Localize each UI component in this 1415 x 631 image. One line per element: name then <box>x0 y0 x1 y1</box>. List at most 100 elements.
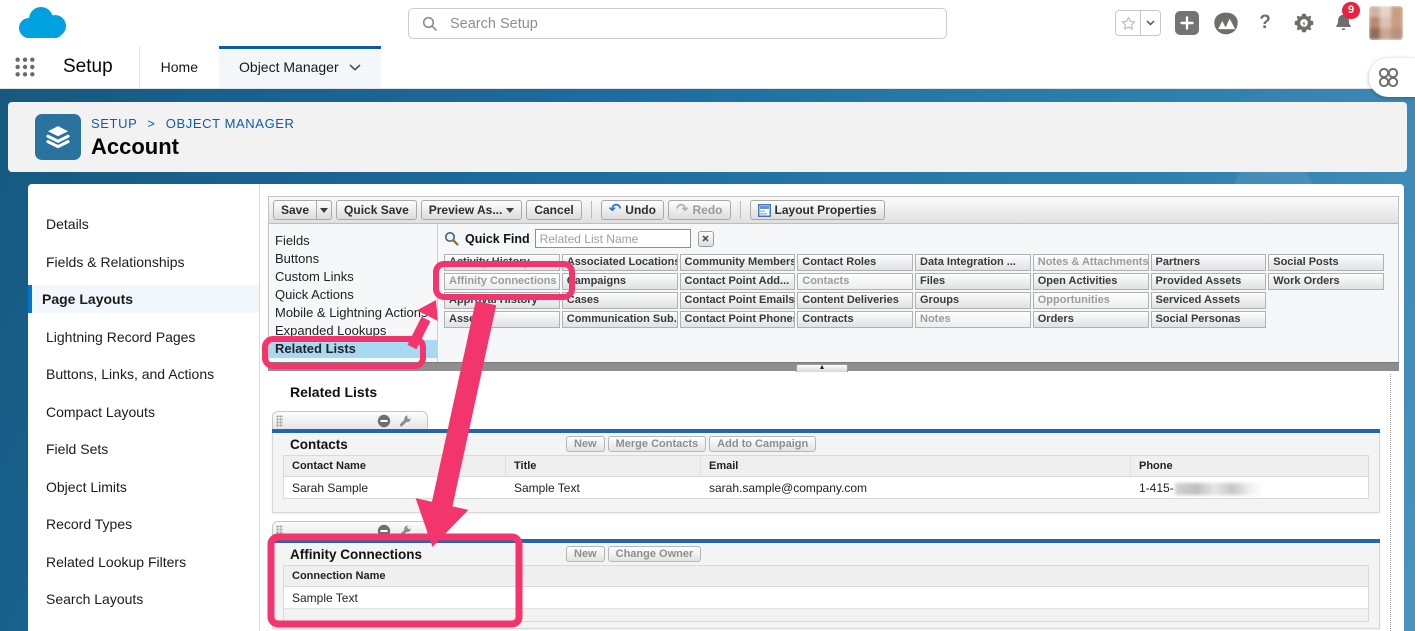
palette-item[interactable]: Campaigns <box>562 273 678 290</box>
sidebar-item-details[interactable]: Details <box>28 210 259 238</box>
palette-category-related-lists[interactable]: Related Lists <box>269 340 437 358</box>
palette-item[interactable]: Groups <box>915 292 1031 309</box>
sidebar-item-object-limits[interactable]: Object Limits <box>28 473 259 501</box>
sidebar-item-buttons-links-actions[interactable]: Buttons, Links, and Actions <box>28 360 259 388</box>
column-header-email: Email <box>701 456 1131 476</box>
palette-item[interactable]: Associated Locations <box>562 254 678 271</box>
notifications-button[interactable]: 9 <box>1330 8 1356 38</box>
tab-object-manager[interactable]: Object Manager <box>219 46 381 88</box>
palette-item[interactable]: Work Orders <box>1268 273 1384 290</box>
layout-properties-button[interactable]: Layout Properties <box>750 200 885 220</box>
palette-category-mobile-lightning-actions[interactable]: Mobile & Lightning Actions <box>269 304 437 322</box>
palette-item[interactable]: Communication Sub... <box>562 311 678 328</box>
palette-item-notes-attachments[interactable]: Notes & Attachments <box>1033 254 1149 271</box>
redo-label: Redo <box>693 203 723 217</box>
user-avatar[interactable] <box>1369 6 1403 40</box>
change-owner-button[interactable]: Change Owner <box>608 546 702 562</box>
favorites-star-button[interactable] <box>1116 11 1140 35</box>
sidebar-item-page-layouts[interactable]: Page Layouts <box>28 285 259 313</box>
favorites-dropdown-button[interactable] <box>1140 11 1160 35</box>
quick-save-button[interactable]: Quick Save <box>336 200 417 220</box>
sidebar-item-lightning-record-pages[interactable]: Lightning Record Pages <box>28 323 259 351</box>
palette-item[interactable]: Provided Assets <box>1151 273 1267 290</box>
palette-category-custom-links[interactable]: Custom Links <box>269 268 437 286</box>
palette-item[interactable]: Approval History <box>444 292 560 309</box>
new-button[interactable]: New <box>566 546 605 562</box>
palette-item[interactable]: Content Deliveries <box>797 292 913 309</box>
palette-item[interactable]: Community Members <box>680 254 796 271</box>
palette-item-notes[interactable]: Notes <box>915 311 1031 328</box>
redo-button[interactable]: ↷ Redo <box>668 200 731 220</box>
palette-item[interactable]: Open Activities <box>1033 273 1149 290</box>
sidebar-item-fields-relationships[interactable]: Fields & Relationships <box>28 248 259 276</box>
merge-contacts-button[interactable]: Merge Contacts <box>608 436 707 452</box>
remove-section-icon[interactable] <box>377 414 391 428</box>
cancel-button[interactable]: Cancel <box>526 200 581 220</box>
affinity-section-handle[interactable] <box>272 521 428 539</box>
drag-grip-icon[interactable] <box>276 525 283 537</box>
contacts-section-handle[interactable] <box>272 411 428 429</box>
palette-item[interactable]: Contracts <box>797 311 913 328</box>
quick-find-label: Quick Find <box>465 232 530 246</box>
drag-grip-icon[interactable] <box>276 415 283 427</box>
palette-item[interactable]: Contact Roles <box>797 254 913 271</box>
setup-gear-button[interactable] <box>1291 8 1317 38</box>
palette-category-fields[interactable]: Fields <box>269 232 437 250</box>
add-to-campaign-button[interactable]: Add to Campaign <box>709 436 816 452</box>
palette-item[interactable]: Assets <box>444 311 560 328</box>
section-properties-wrench-icon[interactable] <box>397 413 413 429</box>
sidebar-item-record-types[interactable]: Record Types <box>28 510 259 538</box>
save-button[interactable]: Save <box>273 200 317 220</box>
palette-item[interactable]: Contact Point Emails <box>680 292 796 309</box>
affinity-section-buttons: New Change Owner <box>566 546 701 562</box>
palette-category-expanded-lookups[interactable]: Expanded Lookups <box>269 322 437 340</box>
section-properties-wrench-icon[interactable] <box>397 523 413 539</box>
sidebar-item-search-layouts[interactable]: Search Layouts <box>28 585 259 613</box>
guidance-center-button[interactable] <box>1369 58 1415 97</box>
undo-button[interactable]: ↶ Undo <box>601 200 664 220</box>
palette-item-affinity-connections[interactable]: Affinity Connections <box>444 273 560 290</box>
breadcrumb-object-manager-link[interactable]: OBJECT MANAGER <box>166 116 295 131</box>
palette-item[interactable]: Partners <box>1151 254 1267 271</box>
palette-item[interactable]: Activity History <box>444 254 560 271</box>
palette-item[interactable]: Data Integration ... <box>915 254 1031 271</box>
tab-home[interactable]: Home <box>140 46 219 88</box>
remove-section-icon[interactable] <box>377 524 391 538</box>
palette-item[interactable]: Cases <box>562 292 678 309</box>
search-input[interactable] <box>448 15 946 33</box>
quick-find-input[interactable] <box>535 229 691 248</box>
palette-item[interactable]: Orders <box>1033 311 1149 328</box>
palette-splitter[interactable]: ▲ <box>268 362 1399 371</box>
trailhead-guidance-button[interactable] <box>1213 8 1239 38</box>
quick-add-button[interactable] <box>1174 8 1200 38</box>
layout-canvas: Related Lists Contacts <box>268 372 1399 631</box>
global-header: ? 9 <box>0 0 1415 47</box>
sidebar-item-field-sets[interactable]: Field Sets <box>28 435 259 463</box>
palette-item[interactable]: Files <box>915 273 1031 290</box>
palette-item[interactable]: Social Personas <box>1151 311 1267 328</box>
sidebar-item-related-lookup-filters[interactable]: Related Lookup Filters <box>28 548 259 576</box>
contacts-related-list-section[interactable]: Contacts New Merge Contacts Add to Campa… <box>272 429 1380 513</box>
affinity-connections-related-list-section[interactable]: Affinity Connections New Change Owner Co… <box>272 539 1380 629</box>
palette-item[interactable]: Serviced Assets <box>1151 292 1267 309</box>
caret-down-icon <box>506 208 514 213</box>
tab-object-manager-label: Object Manager <box>239 59 339 75</box>
help-button[interactable]: ? <box>1252 8 1278 38</box>
preview-as-button[interactable]: Preview As... <box>421 200 523 220</box>
save-dropdown-button[interactable] <box>317 200 332 220</box>
quick-find-clear-button[interactable] <box>698 231 714 247</box>
new-button[interactable]: New <box>566 436 605 452</box>
undo-icon: ↶ <box>609 204 622 216</box>
app-launcher-icon[interactable] <box>14 56 36 78</box>
palette-item-contacts[interactable]: Contacts <box>797 273 913 290</box>
breadcrumb-setup-link[interactable]: SETUP <box>91 116 137 131</box>
sidebar-item-compact-layouts[interactable]: Compact Layouts <box>28 398 259 426</box>
palette-category-quick-actions[interactable]: Quick Actions <box>269 286 437 304</box>
palette-item-opportunities[interactable]: Opportunities <box>1033 292 1149 309</box>
palette-item[interactable]: Contact Point Add... <box>680 273 796 290</box>
column-header-title: Title <box>506 456 701 476</box>
palette-item[interactable]: Social Posts <box>1268 254 1384 271</box>
affinity-table: Connection Name Sample Text <box>283 565 1369 622</box>
palette-category-buttons[interactable]: Buttons <box>269 250 437 268</box>
palette-item[interactable]: Contact Point Phones <box>680 311 796 328</box>
